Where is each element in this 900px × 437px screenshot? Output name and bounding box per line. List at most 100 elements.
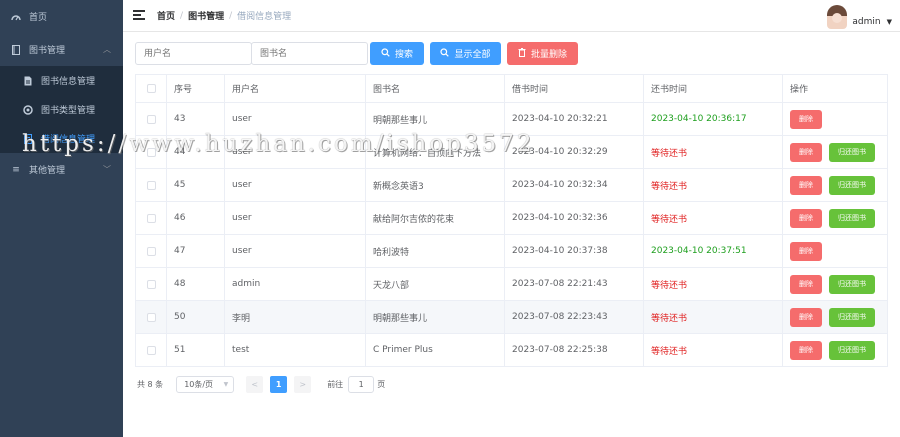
sidebar-item-book-type[interactable]: 图书类型管理	[0, 95, 123, 124]
breadcrumb-current: 借阅信息管理	[237, 12, 292, 22]
bookname-search-input[interactable]	[251, 42, 368, 65]
cell-username: user	[225, 169, 366, 201]
sidebar-item-label: 首页	[29, 13, 48, 23]
return-book-button[interactable]: 归还图书	[829, 175, 875, 195]
user-dropdown[interactable]: admin ▼	[827, 5, 892, 29]
sidebar-item-label: 图书信息管理	[41, 77, 96, 87]
sidebar-item-label: 图书类型管理	[41, 106, 96, 116]
column-header: 还书时间	[644, 75, 783, 102]
cell-return-time: 等待还书	[644, 268, 783, 300]
chevron-up-icon: ︿	[103, 45, 111, 54]
return-book-button[interactable]: 归还图书	[829, 274, 875, 294]
sidebar-item-other[interactable]: ≡ 其他管理 ﹀	[0, 153, 123, 186]
sidebar-item-home[interactable]: 首页	[0, 0, 123, 33]
row-checkbox[interactable]	[146, 114, 156, 124]
delete-button[interactable]: 删除	[790, 274, 822, 294]
table-row: 43 user 明朝那些事儿 2023-04-10 20:32:21 2023-04-1…	[136, 103, 887, 136]
user-name[interactable]: admin	[852, 17, 880, 27]
row-checkbox[interactable]	[146, 279, 156, 289]
delete-button[interactable]: 删除	[790, 307, 822, 327]
delete-button[interactable]: 删除	[790, 142, 822, 162]
search-bar: 搜索 显示全部 批量删除	[135, 42, 578, 65]
cell-id: 48	[167, 268, 225, 300]
row-checkbox-cell	[136, 235, 167, 267]
column-header: 序号	[167, 75, 225, 102]
cell-borrow-time: 2023-07-08 22:25:38	[505, 334, 644, 366]
cell-id: 46	[167, 202, 225, 234]
page-number-1[interactable]: 1	[270, 376, 288, 393]
column-header: 用户名	[225, 75, 366, 102]
prev-page-button[interactable]: <	[246, 376, 264, 393]
cell-actions: 删除 归还图书	[783, 169, 887, 201]
row-checkbox-cell	[136, 202, 167, 234]
cell-id: 47	[167, 235, 225, 267]
row-checkbox[interactable]	[146, 180, 156, 190]
pagination: 共 8 条 10条/页 ▼ < 1 > 前往 1 页	[137, 376, 385, 393]
book-management-submenu: 图书信息管理 图书类型管理 借阅信息管理	[0, 66, 123, 153]
show-all-button[interactable]: 显示全部	[430, 42, 501, 65]
next-page-button[interactable]: >	[294, 376, 312, 393]
cell-username: user	[225, 103, 366, 135]
cell-username: user	[225, 235, 366, 267]
batch-delete-button[interactable]: 批量删除	[507, 42, 578, 65]
goto-page-input[interactable]: 1	[348, 376, 375, 393]
column-header: 图书名	[366, 75, 505, 102]
show-all-button-label: 显示全部	[454, 50, 491, 60]
settings-circle-icon	[22, 104, 34, 115]
delete-button[interactable]: 删除	[790, 208, 822, 228]
row-checkbox-cell	[136, 103, 167, 135]
cell-borrow-time: 2023-04-10 20:32:29	[505, 136, 644, 168]
breadcrumb-book-management[interactable]: 图书管理	[188, 9, 224, 22]
cell-username: 李明	[225, 301, 366, 333]
return-book-button[interactable]: 归还图书	[829, 208, 875, 228]
header-checkbox-cell	[136, 75, 167, 102]
breadcrumb-separator: /	[229, 10, 233, 21]
cell-bookname: 天龙八部	[366, 268, 505, 300]
row-checkbox[interactable]	[146, 312, 156, 322]
search-button[interactable]: 搜索	[370, 42, 424, 65]
caret-down-icon[interactable]: ▼	[887, 18, 892, 26]
row-checkbox-cell	[136, 169, 167, 201]
total-count: 共 8 条	[137, 380, 164, 389]
delete-button[interactable]: 删除	[790, 241, 822, 261]
row-checkbox[interactable]	[146, 147, 156, 157]
cell-bookname: 新概念英语3	[366, 169, 505, 201]
table-row: 47 user 哈利波特 2023-04-10 20:37:38 2023-04-10 …	[136, 235, 887, 268]
cell-username: test	[225, 334, 366, 366]
row-checkbox[interactable]	[146, 213, 156, 223]
page-size-select[interactable]: 10条/页 ▼	[176, 376, 235, 393]
delete-button[interactable]: 删除	[790, 109, 822, 129]
delete-button[interactable]: 删除	[790, 340, 822, 360]
select-all-checkbox[interactable]	[146, 84, 156, 93]
dashboard-icon	[10, 13, 22, 21]
avatar[interactable]	[827, 5, 848, 29]
cell-actions: 删除 归还图书	[783, 301, 887, 333]
row-checkbox[interactable]	[146, 246, 156, 256]
cell-return-time: 2023-04-10 20:36:17	[644, 103, 783, 135]
list-icon	[22, 133, 34, 144]
cell-borrow-time: 2023-04-10 20:32:21	[505, 103, 644, 135]
return-book-button[interactable]: 归还图书	[829, 142, 875, 162]
table-row: 44 user 计算机网络：自顶向下方法 2023-04-10 20:32:29 等待还…	[136, 136, 887, 169]
sidebar-item-borrow-info[interactable]: 借阅信息管理	[0, 124, 123, 153]
cell-bookname: C Primer Plus	[366, 334, 505, 366]
sidebar: 首页 图书管理 ︿ 图书信息管理 图书类型管理 借阅信息管理 ≡ 其他管理 ﹀	[0, 0, 123, 437]
breadcrumb-home[interactable]: 首页	[157, 9, 175, 22]
sidebar-item-label: 图书管理	[29, 46, 66, 56]
table-row: 50 李明 明朝那些事儿 2023-07-08 22:23:43 等待还书 删除 归还图书	[136, 301, 887, 334]
sidebar-item-book-management[interactable]: 图书管理 ︿	[0, 33, 123, 66]
sidebar-item-label: 其他管理	[29, 166, 66, 176]
cell-borrow-time: 2023-04-10 20:32:34	[505, 169, 644, 201]
return-book-button[interactable]: 归还图书	[829, 340, 875, 360]
row-checkbox[interactable]	[146, 345, 156, 355]
goto-suffix: 页	[377, 380, 386, 389]
username-search-input[interactable]	[135, 42, 252, 65]
breadcrumb: 首页 / 图书管理 / 借阅信息管理	[157, 9, 292, 23]
sidebar-item-book-info[interactable]: 图书信息管理	[0, 66, 123, 95]
table-header: 序号 用户名 图书名 借书时间 还书时间 操作	[136, 75, 887, 103]
batch-delete-button-label: 批量删除	[530, 50, 567, 60]
delete-button[interactable]: 删除	[790, 175, 822, 195]
hamburger-icon[interactable]	[133, 10, 145, 21]
return-book-button[interactable]: 归还图书	[829, 307, 875, 327]
cell-borrow-time: 2023-07-08 22:21:43	[505, 268, 644, 300]
